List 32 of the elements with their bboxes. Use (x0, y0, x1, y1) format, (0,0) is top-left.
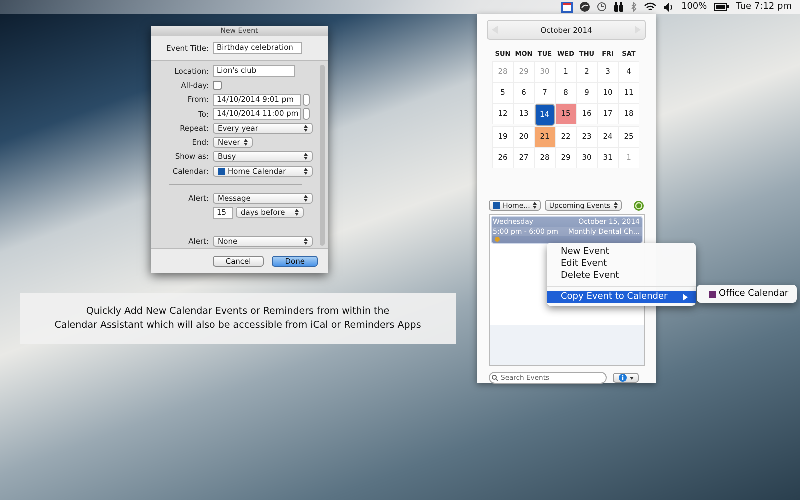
bluetooth-icon[interactable] (631, 2, 638, 12)
submenu-arrow-icon (683, 294, 688, 300)
menu-item[interactable]: New Event (547, 246, 696, 258)
up-down-arrows-icon (304, 124, 308, 132)
caption-text: Quickly Add New Calendar Events or Reminders from within the (86, 304, 390, 318)
battery-icon[interactable] (714, 3, 730, 11)
menu-item[interactable]: Copy Event to Calender (547, 291, 696, 303)
menu-item[interactable]: Office Calendar (697, 288, 797, 300)
scrollbar[interactable] (320, 65, 325, 246)
calendar-icon[interactable] (561, 2, 574, 12)
up-down-arrows-icon (295, 209, 299, 216)
up-down-arrows-icon (614, 202, 618, 209)
caption-text: Calendar Assistant which will also be accessible from iCal or Reminders Apps (54, 318, 422, 332)
menu-bar-clock[interactable]: Tue 7:12 pm (736, 2, 792, 12)
volume-icon[interactable] (664, 2, 674, 12)
up-down-arrows-icon (304, 153, 308, 160)
info-menu-button[interactable] (613, 373, 639, 383)
globe-icon[interactable] (580, 2, 590, 12)
clock-icon[interactable] (597, 2, 608, 12)
up-down-arrows-icon (304, 195, 308, 202)
stepper-control[interactable] (303, 94, 310, 106)
menu-item[interactable]: Delete Event (547, 270, 696, 282)
all-day-checkbox[interactable] (213, 80, 222, 90)
up-down-arrows-icon (244, 139, 248, 146)
stepper-control[interactable] (303, 108, 310, 120)
battery-percentage: 100% (681, 2, 708, 12)
wifi-icon[interactable] (644, 2, 658, 12)
up-down-arrows-icon (304, 238, 308, 245)
menu-item[interactable]: Edit Event (547, 258, 696, 270)
caret-icon (630, 376, 634, 380)
up-down-arrows-icon (533, 202, 538, 209)
up-down-arrows-icon (304, 168, 308, 175)
